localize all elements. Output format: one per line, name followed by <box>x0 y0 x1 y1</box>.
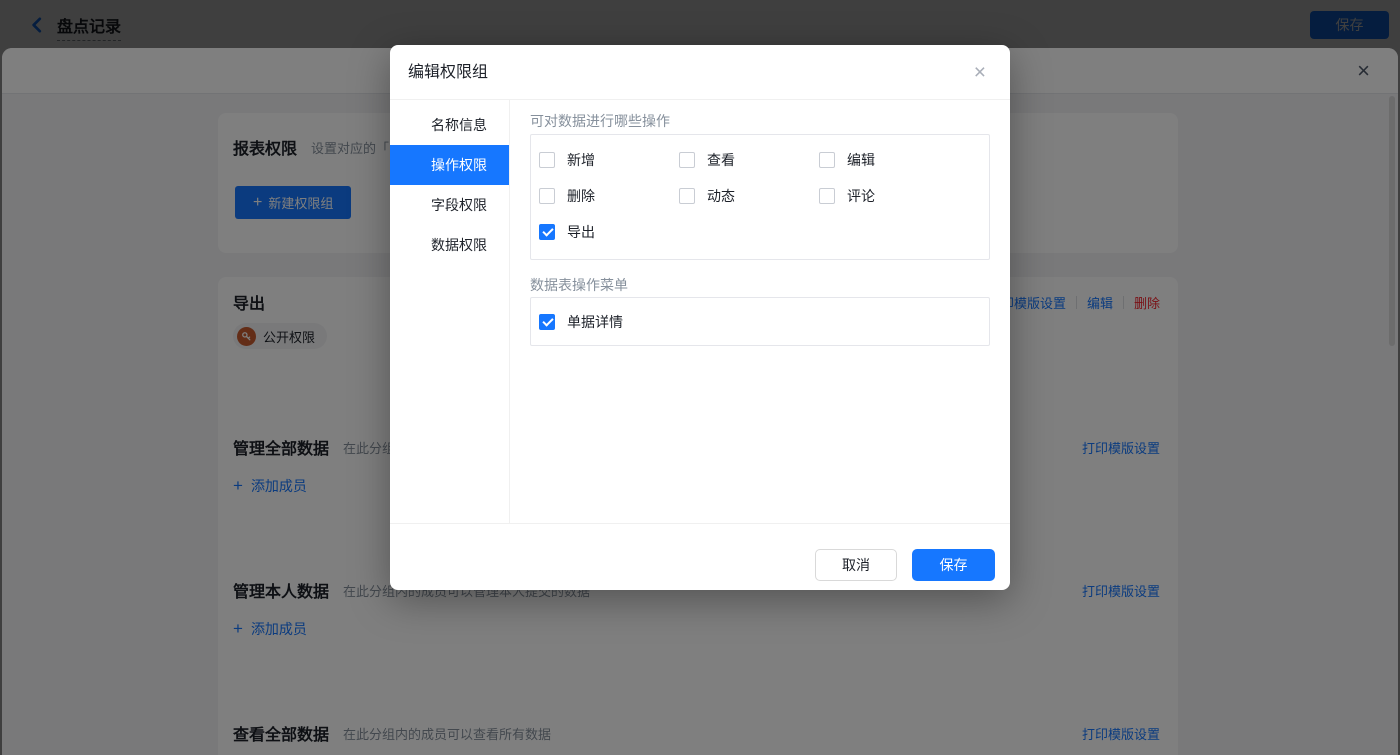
tab-data-permission[interactable]: 数据权限 <box>390 225 509 265</box>
checkbox-label: 新增 <box>567 152 595 168</box>
checkbox[interactable] <box>679 188 695 204</box>
modal-close-icon[interactable]: × <box>974 58 986 88</box>
modal-header: 编辑权限组 × <box>390 45 1010 100</box>
modal-title: 编辑权限组 <box>408 64 489 81</box>
checkbox[interactable] <box>539 188 555 204</box>
checkbox[interactable] <box>539 152 555 168</box>
checkbox-item-record-detail[interactable]: 单据详情 <box>539 314 989 330</box>
modal-body: 可对数据进行哪些操作 新增 查看 编辑 删除 动态 评论 导出 数据表操作菜单 … <box>510 100 1010 523</box>
checkbox-label: 动态 <box>707 188 735 204</box>
tab-field-permission[interactable]: 字段权限 <box>390 185 509 225</box>
checkbox[interactable] <box>819 152 835 168</box>
modal-footer: 取消 保存 <box>390 523 1010 590</box>
save-button[interactable]: 保存 <box>912 549 995 581</box>
menu-checkbox-group: 单据详情 <box>530 297 990 346</box>
tab-name-info[interactable]: 名称信息 <box>390 105 509 145</box>
tab-operation-permission[interactable]: 操作权限 <box>390 145 509 185</box>
checkbox-item-export[interactable]: 导出 <box>539 224 679 240</box>
modal-tabs: 名称信息 操作权限 字段权限 数据权限 <box>390 100 510 523</box>
operations-section-label: 可对数据进行哪些操作 <box>530 113 670 129</box>
checkbox-item-activity[interactable]: 动态 <box>679 188 819 204</box>
menu-section-label: 数据表操作菜单 <box>530 277 628 293</box>
operations-checkbox-group: 新增 查看 编辑 删除 动态 评论 导出 <box>530 134 990 260</box>
cancel-button[interactable]: 取消 <box>815 549 897 581</box>
checkbox[interactable] <box>819 188 835 204</box>
checkbox-label: 导出 <box>567 224 595 240</box>
checkbox-label: 编辑 <box>847 152 875 168</box>
checkbox[interactable] <box>679 152 695 168</box>
checkbox-label: 查看 <box>707 152 735 168</box>
checkbox-item-comment[interactable]: 评论 <box>819 188 959 204</box>
edit-permission-group-modal: 编辑权限组 × 名称信息 操作权限 字段权限 数据权限 可对数据进行哪些操作 新… <box>390 45 1010 590</box>
checkbox[interactable] <box>539 224 555 240</box>
checkbox[interactable] <box>539 314 555 330</box>
checkbox-label: 删除 <box>567 188 595 204</box>
checkbox-item-add[interactable]: 新增 <box>539 152 679 168</box>
checkbox-item-delete[interactable]: 删除 <box>539 188 679 204</box>
checkbox-item-view[interactable]: 查看 <box>679 152 819 168</box>
checkbox-label: 评论 <box>847 188 875 204</box>
checkbox-item-edit[interactable]: 编辑 <box>819 152 959 168</box>
screen: 盘点记录 保存 × 报表权限 设置对应的「 + 新建权限组 导出 打 <box>0 0 1400 755</box>
checkbox-label: 单据详情 <box>567 314 623 330</box>
